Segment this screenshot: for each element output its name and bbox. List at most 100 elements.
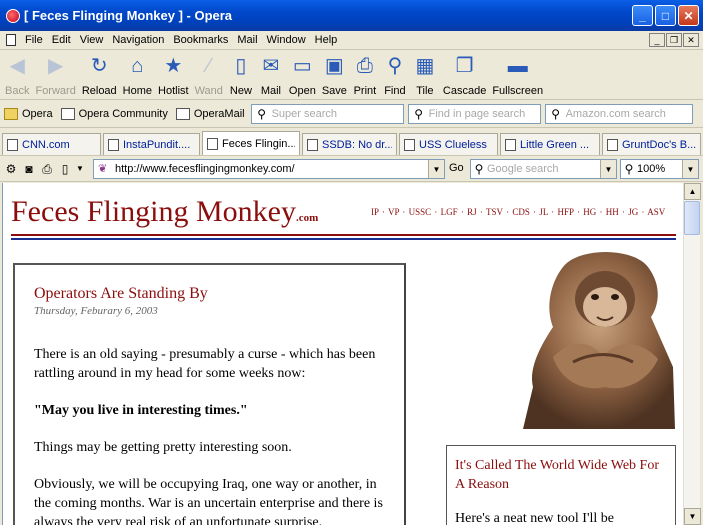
page-close-button[interactable]: ✕ xyxy=(683,33,699,47)
find-button[interactable]: ⚲ Find xyxy=(380,51,410,97)
save-icon: ▣ xyxy=(324,55,344,77)
camera-icon[interactable]: ◙ xyxy=(22,162,36,176)
header-rule-blue xyxy=(11,238,676,240)
find-in-page-input[interactable]: ⚲ Find in page search xyxy=(407,104,541,124)
search-icon: ⚲ xyxy=(474,162,484,176)
back-button[interactable]: ◀ Back xyxy=(2,51,32,97)
site-favicon-icon: ❦ xyxy=(98,162,108,175)
new-button[interactable]: ▯ New xyxy=(226,51,256,97)
forward-button[interactable]: ▶ Forward xyxy=(32,51,78,97)
star-icon: ★ xyxy=(164,55,183,77)
page-icon xyxy=(175,108,190,120)
bookmark-opera[interactable]: Opera xyxy=(0,108,57,120)
search-icon: ⚲ xyxy=(551,107,560,121)
open-button[interactable]: ▭ Open xyxy=(286,51,319,97)
maximize-button[interactable]: □ xyxy=(655,5,676,26)
post-quote: "May you live in interesting times." xyxy=(34,403,248,418)
minimize-button[interactable]: _ xyxy=(632,5,653,26)
bookmark-opera-community[interactable]: Opera Community xyxy=(57,108,172,120)
page-icon xyxy=(505,138,517,151)
wand-small-icon[interactable]: ⚙ xyxy=(4,162,18,176)
menu-bookmarks[interactable]: Bookmarks xyxy=(170,34,231,46)
page-icon xyxy=(307,138,318,151)
zoom-select[interactable]: ⚲ 100% ▼ xyxy=(620,159,699,179)
cascade-icon: ❐ xyxy=(455,55,474,77)
print-small-icon[interactable]: ⎙ xyxy=(40,162,54,176)
site-title[interactable]: Feces Flinging Monkey.com xyxy=(11,195,318,229)
menu-view[interactable]: View xyxy=(77,34,107,46)
fullscreen-button[interactable]: ▬ Fullscreen xyxy=(489,51,546,97)
open-folder-icon: ▭ xyxy=(292,55,312,77)
page-viewport[interactable]: Feces Flinging Monkey.com IP · VP · USSC… xyxy=(2,183,683,525)
tab-3[interactable]: SSDB: No dr... xyxy=(302,133,398,155)
post-body: There is an old saying - presumably a cu… xyxy=(34,345,384,525)
amazon-search-input[interactable]: ⚲ Amazon.com search xyxy=(544,104,693,124)
menu-navigation[interactable]: Navigation xyxy=(109,34,167,46)
bookmark-operamail[interactable]: OperaMail xyxy=(172,108,249,120)
page-info-icon[interactable]: ▯ xyxy=(58,162,72,176)
menu-mail[interactable]: Mail xyxy=(234,34,260,46)
save-button[interactable]: ▣ Save xyxy=(319,51,350,97)
reload-button[interactable]: ↻ Reload xyxy=(79,51,120,97)
tab-1[interactable]: InstaPundit.... xyxy=(102,133,200,155)
cascade-button[interactable]: ❐ Cascade xyxy=(440,51,489,97)
opera-logo-icon xyxy=(6,8,20,23)
search-icon: ⚲ xyxy=(257,107,266,121)
post-paragraph: There is an old saying - presumably a cu… xyxy=(34,347,376,381)
super-search-input[interactable]: ⚲ Super search xyxy=(250,104,404,124)
mail-button[interactable]: ✉ Mail xyxy=(256,51,286,97)
hotlist-button[interactable]: ★ Hotlist xyxy=(155,51,192,97)
wand-icon: ⁄ xyxy=(207,55,211,77)
home-button[interactable]: ⌂ Home xyxy=(120,51,155,97)
document-icon[interactable] xyxy=(6,34,16,46)
page-icon xyxy=(404,138,416,151)
zoom-icon: ⚲ xyxy=(624,162,634,176)
sidebar-box: It's Called The World Wide Web For A Rea… xyxy=(446,445,676,525)
tab-5[interactable]: Little Green ... xyxy=(500,133,600,155)
post-paragraph: Obviously, we will be occupying Iraq, on… xyxy=(34,477,383,525)
post-paragraph: Things may be getting pretty interesting… xyxy=(34,440,292,455)
menu-file[interactable]: File xyxy=(22,34,46,46)
menu-bar: File Edit View Navigation Bookmarks Mail… xyxy=(0,31,703,50)
tile-button[interactable]: ▦ Tile xyxy=(410,51,440,97)
sidebar-title[interactable]: It's Called The World Wide Web For A Rea… xyxy=(455,456,665,494)
scroll-thumb[interactable] xyxy=(684,201,700,235)
print-icon: ⎙ xyxy=(356,55,373,77)
page-icon xyxy=(107,138,119,151)
menu-window[interactable]: Window xyxy=(264,34,309,46)
main-toolbar: ◀ Back ▶ Forward ↻ Reload ⌂ Home ★ Hotlist ⁄ Wand ▯ N… xyxy=(0,51,703,100)
go-button[interactable]: Go xyxy=(449,162,464,174)
address-bar: ⚙ ◙ ⎙ ▯ ▼ ❦ http://www.fecesflingingmonk… xyxy=(0,157,703,182)
window-title-bar[interactable]: [ Feces Flinging Monkey ] - Opera _ □ ✕ xyxy=(0,0,703,31)
vertical-scrollbar[interactable]: ▲ ▼ xyxy=(683,183,701,525)
scroll-up-button[interactable]: ▲ xyxy=(684,183,701,200)
search-icon: ⚲ xyxy=(414,107,423,121)
tab-4[interactable]: USS Clueless xyxy=(399,133,499,155)
scroll-down-button[interactable]: ▼ xyxy=(684,508,701,525)
wand-button[interactable]: ⁄ Wand xyxy=(192,51,226,97)
find-icon: ⚲ xyxy=(387,55,403,77)
search-engine-dropdown[interactable]: ▼ xyxy=(600,160,616,178)
post-title[interactable]: Operators Are Standing By xyxy=(34,285,208,303)
folder-icon xyxy=(4,108,18,120)
back-arrow-icon: ◀ xyxy=(9,55,25,77)
google-search-input[interactable]: ⚲ Google search ▼ xyxy=(470,159,617,179)
site-nav-links[interactable]: IP · VP · USSC · LGF · RJ · TSV · CDS · … xyxy=(371,207,665,217)
print-button[interactable]: ⎙ Print xyxy=(350,51,380,97)
tab-0[interactable]: CNN.com xyxy=(2,133,101,155)
page-minimize-button[interactable]: _ xyxy=(649,33,665,47)
fullscreen-icon: ▬ xyxy=(507,55,528,77)
address-input[interactable]: ❦ http://www.fecesflingingmonkey.com/ ▼ xyxy=(93,159,445,179)
tab-6[interactable]: GruntDoc's B... xyxy=(602,133,701,155)
close-button[interactable]: ✕ xyxy=(678,5,699,26)
tab-2[interactable]: Feces Flingin... xyxy=(202,131,300,155)
menu-help[interactable]: Help xyxy=(312,34,341,46)
sidebar-text: Here's a neat new tool I'll be xyxy=(455,511,614,525)
page-restore-button[interactable]: ❐ xyxy=(666,33,682,47)
window-title: [ Feces Flinging Monkey ] - Opera xyxy=(24,8,233,23)
menu-edit[interactable]: Edit xyxy=(49,34,74,46)
address-dropdown-button[interactable]: ▼ xyxy=(428,160,444,178)
zoom-dropdown-button[interactable]: ▼ xyxy=(682,160,698,178)
chevron-down-icon[interactable]: ▼ xyxy=(76,162,84,176)
forward-arrow-icon: ▶ xyxy=(47,55,64,77)
